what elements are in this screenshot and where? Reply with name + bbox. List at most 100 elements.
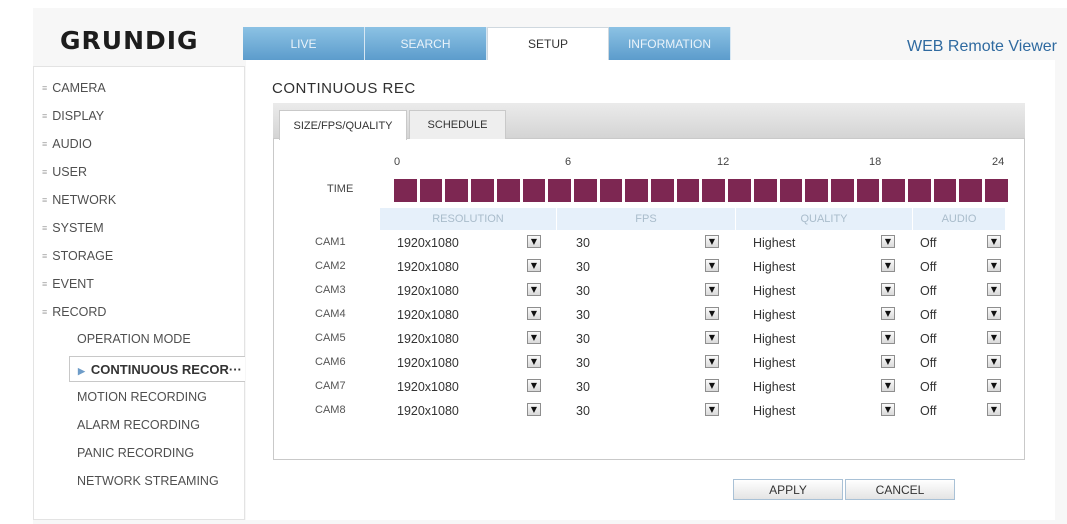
audio-dropdown-icon[interactable]: ▼ xyxy=(987,379,1001,392)
sidebar-subitem-operation-mode[interactable]: OPERATION MODE xyxy=(77,332,191,346)
hour-cell[interactable] xyxy=(830,179,854,202)
audio-dropdown-icon[interactable]: ▼ xyxy=(987,355,1001,368)
hour-cell[interactable] xyxy=(728,179,751,202)
sidebar-subitem-alarm-recording[interactable]: ALARM RECORDING xyxy=(77,418,200,432)
hour-cell[interactable] xyxy=(908,179,931,202)
sidebar-item-audio[interactable]: ≡ AUDIO xyxy=(42,137,92,151)
sidebar-item-label: AUDIO xyxy=(52,137,92,151)
hour-mark: 12 xyxy=(717,156,730,168)
hour-cell[interactable] xyxy=(805,179,828,202)
audio-dropdown-icon[interactable]: ▼ xyxy=(987,259,1001,272)
product-title: WEB Remote Viewer xyxy=(907,38,1057,55)
sidebar-subitem-panic-recording[interactable]: PANIC RECORDING xyxy=(77,446,194,460)
resolution-dropdown-icon[interactable]: ▼ xyxy=(527,283,541,296)
fps-dropdown-icon[interactable]: ▼ xyxy=(705,355,719,368)
quality-dropdown-icon[interactable]: ▼ xyxy=(881,283,895,296)
audio-dropdown-icon[interactable]: ▼ xyxy=(987,235,1001,248)
quality-dropdown-icon[interactable]: ▼ xyxy=(881,403,895,416)
sidebar-item-label: CAMERA xyxy=(52,81,106,95)
audio-dropdown-icon[interactable]: ▼ xyxy=(987,403,1001,416)
hour-cell[interactable] xyxy=(419,179,443,202)
hour-cell[interactable] xyxy=(779,179,803,202)
resolution-dropdown-icon[interactable]: ▼ xyxy=(527,259,541,272)
hour-mark: 24 xyxy=(992,156,1005,168)
quality-dropdown-icon[interactable]: ▼ xyxy=(881,307,895,320)
sidebar-subitem-continuous-recording[interactable]: ▶ CONTINUOUS RECOR··· xyxy=(69,356,245,382)
hour-cell[interactable] xyxy=(651,179,674,202)
quality-value: Highest xyxy=(753,260,796,274)
fps-dropdown-icon[interactable]: ▼ xyxy=(705,283,719,296)
sidebar-item-storage[interactable]: ≡ STORAGE xyxy=(42,249,113,263)
sidebar-subitem-label: CONTINUOUS RECOR··· xyxy=(90,362,242,377)
hour-cell[interactable] xyxy=(882,179,906,202)
audio-value: Off xyxy=(920,332,937,346)
camera-label: CAM6 xyxy=(315,356,346,368)
tab-setup[interactable]: SETUP xyxy=(487,27,609,60)
hour-cell[interactable] xyxy=(471,179,494,202)
cancel-button[interactable]: CANCEL xyxy=(845,479,955,500)
hour-cell[interactable] xyxy=(933,179,957,202)
tab-information[interactable]: INFORMATION xyxy=(609,27,731,60)
subtab-schedule[interactable]: SCHEDULE xyxy=(409,110,506,139)
sidebar-item-label: DISPLAY xyxy=(52,109,105,123)
audio-dropdown-icon[interactable]: ▼ xyxy=(987,283,1001,296)
sidebar-item-user[interactable]: ≡ USER xyxy=(42,165,87,179)
fps-dropdown-icon[interactable]: ▼ xyxy=(705,307,719,320)
camera-label: CAM1 xyxy=(315,236,346,248)
page-title: CONTINUOUS REC xyxy=(272,80,416,97)
tab-live[interactable]: LIVE xyxy=(243,27,365,60)
hour-cell[interactable] xyxy=(676,179,700,202)
fps-dropdown-icon[interactable]: ▼ xyxy=(705,403,719,416)
quality-value: Highest xyxy=(753,404,796,418)
sidebar-subitem-motion-recording[interactable]: MOTION RECORDING xyxy=(77,390,207,404)
quality-dropdown-icon[interactable]: ▼ xyxy=(881,355,895,368)
hour-cell[interactable] xyxy=(522,179,546,202)
camera-label: CAM3 xyxy=(315,284,346,296)
resolution-dropdown-icon[interactable]: ▼ xyxy=(527,331,541,344)
sidebar-item-event[interactable]: ≡ EVENT xyxy=(42,277,94,291)
hour-cell[interactable] xyxy=(702,179,726,202)
quality-dropdown-icon[interactable]: ▼ xyxy=(881,259,895,272)
fps-dropdown-icon[interactable]: ▼ xyxy=(705,235,719,248)
resolution-dropdown-icon[interactable]: ▼ xyxy=(527,355,541,368)
sidebar-item-camera[interactable]: ≡ CAMERA xyxy=(42,81,106,95)
tab-search[interactable]: SEARCH xyxy=(365,27,487,60)
list-bullet-icon: ≡ xyxy=(42,139,48,149)
fps-dropdown-icon[interactable]: ▼ xyxy=(705,259,719,272)
fps-dropdown-icon[interactable]: ▼ xyxy=(705,331,719,344)
quality-value: Highest xyxy=(753,284,796,298)
hour-cell[interactable] xyxy=(394,179,417,202)
audio-dropdown-icon[interactable]: ▼ xyxy=(987,331,1001,344)
hour-cell[interactable] xyxy=(959,179,983,202)
audio-dropdown-icon[interactable]: ▼ xyxy=(987,307,1001,320)
quality-dropdown-icon[interactable]: ▼ xyxy=(881,331,895,344)
sidebar-subitem-network-streaming[interactable]: NETWORK STREAMING xyxy=(77,474,219,488)
subtab-size-fps-quality[interactable]: SIZE/FPS/QUALITY xyxy=(279,110,407,140)
hour-cell[interactable] xyxy=(548,179,571,202)
quality-dropdown-icon[interactable]: ▼ xyxy=(881,235,895,248)
resolution-dropdown-icon[interactable]: ▼ xyxy=(527,307,541,320)
resolution-dropdown-icon[interactable]: ▼ xyxy=(527,235,541,248)
resolution-dropdown-icon[interactable]: ▼ xyxy=(527,379,541,392)
sidebar-item-system[interactable]: ≡ SYSTEM xyxy=(42,221,104,235)
resolution-dropdown-icon[interactable]: ▼ xyxy=(527,403,541,416)
camera-label: CAM7 xyxy=(315,380,346,392)
hour-cell[interactable] xyxy=(445,179,469,202)
hour-cell[interactable] xyxy=(985,179,1008,202)
sidebar-item-display[interactable]: ≡ DISPLAY xyxy=(42,109,104,123)
list-bullet-icon: ≡ xyxy=(42,279,48,289)
hour-cell[interactable] xyxy=(599,179,623,202)
apply-button[interactable]: APPLY xyxy=(733,479,843,500)
quality-dropdown-icon[interactable]: ▼ xyxy=(881,379,895,392)
hour-cell[interactable] xyxy=(753,179,777,202)
audio-value: Off xyxy=(920,284,937,298)
fps-dropdown-icon[interactable]: ▼ xyxy=(705,379,719,392)
sidebar-item-record[interactable]: ≡ RECORD xyxy=(42,305,106,319)
hour-cell[interactable] xyxy=(496,179,520,202)
quality-value: Highest xyxy=(753,356,796,370)
sidebar-item-network[interactable]: ≡ NETWORK xyxy=(42,193,116,207)
resolution-value: 1920x1080 xyxy=(397,236,459,250)
hour-cell[interactable] xyxy=(625,179,649,202)
hour-cell[interactable] xyxy=(856,179,880,202)
hour-cell[interactable] xyxy=(573,179,597,202)
